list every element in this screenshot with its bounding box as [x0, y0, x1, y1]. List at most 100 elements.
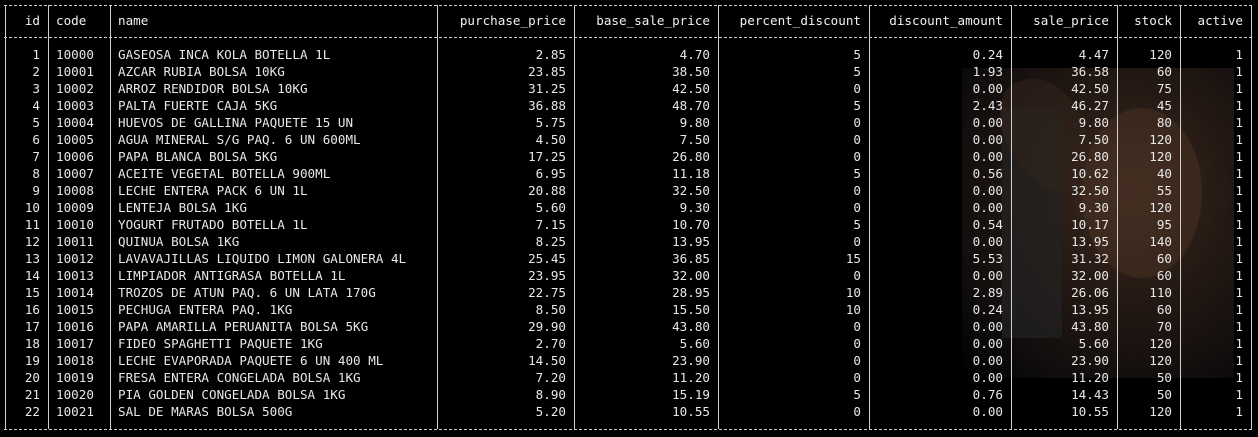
cell-name: AGUA MINERAL S/G PAQ. 6 UN 600ML — [118, 132, 361, 147]
terminal-output: id code name purchase_price base_sale_price p… — [0, 0, 1258, 437]
cell-code: 10000 — [56, 47, 94, 62]
cell-base-sale-price: 11.20 — [672, 370, 710, 385]
cell-percent-discount: 5 — [853, 98, 861, 113]
column-divider — [1180, 5, 1181, 429]
cell-code: 10009 — [56, 200, 94, 215]
cell-purchase-price: 23.85 — [528, 64, 566, 79]
table-row: 10 10009 LENTEJA BOLSA 1KG 5.60 9.30 0 0.00 9.3… — [0, 199, 1258, 216]
cell-code: 10019 — [56, 370, 94, 385]
cell-sale-price: 43.80 — [1071, 319, 1109, 334]
cell-stock: 140 — [1149, 234, 1172, 249]
cell-stock: 60 — [1156, 64, 1172, 79]
cell-active: 1 — [1235, 251, 1243, 266]
cell-active: 1 — [1235, 47, 1243, 62]
cell-sale-price: 10.62 — [1071, 166, 1109, 181]
cell-code: 10017 — [56, 336, 94, 351]
cell-base-sale-price: 9.80 — [679, 115, 710, 130]
cell-percent-discount: 5 — [853, 166, 861, 181]
cell-code: 10016 — [56, 319, 94, 334]
cell-active: 1 — [1235, 302, 1243, 317]
cell-active: 1 — [1235, 132, 1243, 147]
cell-active: 1 — [1235, 387, 1243, 402]
cell-purchase-price: 23.95 — [528, 268, 566, 283]
table-row: 3 10002 ARROZ RENDIDOR BOLSA 10KG 31.25 42.5… — [0, 80, 1258, 97]
cell-purchase-price: 2.85 — [535, 47, 566, 62]
cell-id: 18 — [24, 336, 40, 351]
cell-name: ACEITE VEGETAL BOTELLA 900ML — [118, 166, 331, 181]
column-header-code: code — [56, 13, 87, 28]
cell-code: 10010 — [56, 217, 94, 232]
cell-percent-discount: 0 — [853, 319, 861, 334]
cell-name: PIA GOLDEN CONGELADA BOLSA 1KG — [118, 387, 346, 402]
column-header-active: active — [1197, 13, 1244, 28]
cell-base-sale-price: 43.80 — [672, 319, 710, 334]
cell-percent-discount: 10 — [845, 285, 861, 300]
cell-purchase-price: 8.90 — [535, 387, 566, 402]
cell-sale-price: 14.43 — [1071, 387, 1109, 402]
cell-sale-price: 42.50 — [1071, 81, 1109, 96]
cell-base-sale-price: 5.60 — [679, 336, 710, 351]
column-divider — [1251, 5, 1252, 429]
cell-active: 1 — [1235, 234, 1243, 249]
cell-code: 10012 — [56, 251, 94, 266]
cell-discount-amount: 0.00 — [972, 404, 1003, 419]
cell-base-sale-price: 26.80 — [672, 149, 710, 164]
cell-code: 10018 — [56, 353, 94, 368]
cell-active: 1 — [1235, 183, 1243, 198]
cell-name: HUEVOS DE GALLINA PAQUETE 15 UN — [118, 115, 354, 130]
cell-base-sale-price: 36.85 — [672, 251, 710, 266]
column-divider — [574, 5, 575, 429]
cell-purchase-price: 31.25 — [528, 81, 566, 96]
cell-percent-discount: 5 — [853, 217, 861, 232]
cell-code: 10011 — [56, 234, 94, 249]
cell-base-sale-price: 15.19 — [672, 387, 710, 402]
cell-discount-amount: 0.00 — [972, 81, 1003, 96]
cell-stock: 120 — [1149, 404, 1172, 419]
cell-name: PECHUGA ENTERA PAQ. 1KG — [118, 302, 293, 317]
cell-name: PAPA AMARILLA PERUANITA BOLSA 5KG — [118, 319, 369, 334]
cell-active: 1 — [1235, 149, 1243, 164]
cell-base-sale-price: 11.18 — [672, 166, 710, 181]
cell-id: 10 — [24, 200, 40, 215]
table-row: 12 10011 QUINUA BOLSA 1KG 8.25 13.95 0 0.00 13.… — [0, 233, 1258, 250]
cell-name: GASEOSA INCA KOLA BOTELLA 1L — [118, 47, 331, 62]
cell-discount-amount: 0.00 — [972, 268, 1003, 283]
cell-sale-price: 36.58 — [1071, 64, 1109, 79]
cell-stock: 55 — [1156, 183, 1172, 198]
cell-discount-amount: 0.00 — [972, 183, 1003, 198]
cell-base-sale-price: 4.70 — [679, 47, 710, 62]
column-divider — [869, 5, 870, 429]
cell-percent-discount: 5 — [853, 387, 861, 402]
cell-name: LECHE EVAPORADA PAQUETE 6 UN 400 ML — [118, 353, 384, 368]
cell-id: 17 — [24, 319, 40, 334]
cell-discount-amount: 0.56 — [972, 166, 1003, 181]
cell-code: 10003 — [56, 98, 94, 113]
cell-discount-amount: 0.00 — [972, 370, 1003, 385]
table-row: 17 10016 PAPA AMARILLA PERUANITA BOLSA 5KG… — [0, 318, 1258, 335]
cell-id: 20 — [24, 370, 40, 385]
table-row: 20 10019 FRESA ENTERA CONGELADA BOLSA 1KG 7… — [0, 369, 1258, 386]
cell-base-sale-price: 32.00 — [672, 268, 710, 283]
cell-base-sale-price: 32.50 — [672, 183, 710, 198]
column-header-stock: stock — [1134, 13, 1172, 28]
cell-id: 7 — [32, 149, 40, 164]
cell-discount-amount: 1.93 — [972, 64, 1003, 79]
cell-purchase-price: 4.50 — [535, 132, 566, 147]
cell-base-sale-price: 15.50 — [672, 302, 710, 317]
cell-active: 1 — [1235, 353, 1243, 368]
cell-sale-price: 4.47 — [1078, 47, 1109, 62]
cell-stock: 80 — [1156, 115, 1172, 130]
cell-active: 1 — [1235, 370, 1243, 385]
cell-name: AZCAR RUBIA BOLSA 10KG — [118, 64, 285, 79]
cell-stock: 75 — [1156, 81, 1172, 96]
column-header-percent-discount: percent_discount — [739, 13, 861, 28]
cell-percent-discount: 5 — [853, 47, 861, 62]
cell-percent-discount: 0 — [853, 234, 861, 249]
cell-stock: 50 — [1156, 387, 1172, 402]
column-header-name: name — [118, 13, 149, 28]
column-divider — [437, 5, 438, 429]
column-divider — [1117, 5, 1118, 429]
cell-percent-discount: 0 — [853, 404, 861, 419]
cell-name: LAVAVAJILLAS LIQUIDO LIMON GALONERA 4L — [118, 251, 407, 266]
table-row: 8 10007 ACEITE VEGETAL BOTELLA 900ML 6.95 11… — [0, 165, 1258, 182]
